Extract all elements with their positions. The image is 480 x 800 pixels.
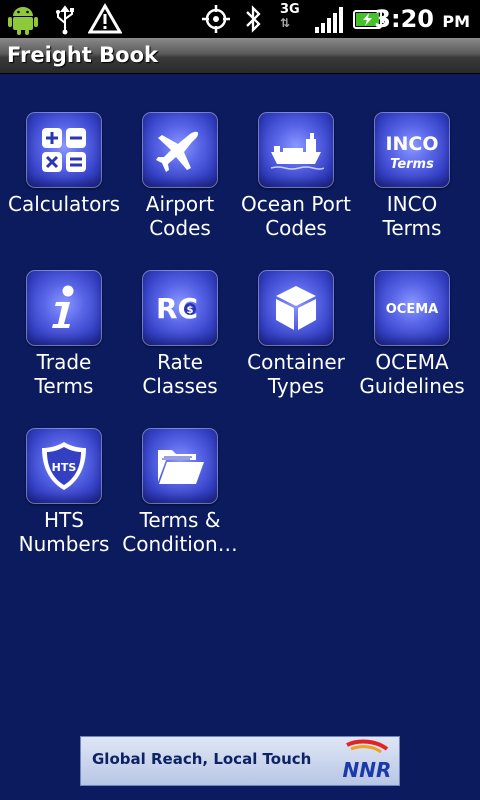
3g-icon: 3G ⇅ — [280, 2, 300, 30]
tile-label: Trade Terms — [34, 350, 94, 398]
tile-label: HTS Numbers — [18, 508, 110, 556]
app-title: Freight Book — [7, 43, 158, 67]
inco-terms-icon: INCO Terms — [374, 112, 450, 188]
airplane-icon — [142, 112, 218, 188]
ship-icon — [258, 112, 334, 188]
icon-text: HTS — [52, 461, 77, 474]
svg-text:NNR: NNR — [343, 758, 392, 782]
title-bar: Freight Book — [0, 38, 480, 74]
box-icon — [258, 270, 334, 346]
warning-icon — [88, 3, 122, 34]
usb-icon — [56, 5, 74, 35]
tile-label: Terms & Condition… — [122, 508, 238, 556]
tile-label: Rate Classes — [142, 350, 218, 398]
folder-icon — [142, 428, 218, 504]
nnr-logo-icon: NNR — [343, 739, 392, 782]
icon-text: Terms — [390, 157, 434, 172]
tile-label: INCO Terms — [382, 192, 442, 240]
icon-text: $ — [187, 305, 194, 316]
status-bar: 3G ⇅ 3:20 PM — [0, 0, 480, 38]
rate-class-icon: RC $ — [142, 270, 218, 346]
tile-label: Airport Codes — [145, 192, 215, 240]
info-icon — [26, 270, 102, 346]
tile-label: Container Types — [247, 350, 345, 398]
hts-shield-icon: HTS — [26, 428, 102, 504]
gps-icon — [202, 5, 230, 33]
calculator-icon — [26, 112, 102, 188]
tile-label: Calculators — [8, 192, 120, 216]
signal-icon — [315, 7, 343, 33]
tile-label: Ocean Port Codes — [241, 192, 351, 240]
bluetooth-icon — [246, 5, 261, 33]
android-icon — [8, 7, 38, 35]
ad-slogan: Global Reach, Local Touch — [92, 750, 312, 768]
ocema-icon: OCEMA — [374, 270, 450, 346]
icon-text: OCEMA — [386, 302, 438, 317]
icon-text: INCO — [385, 133, 438, 155]
ad-banner[interactable]: Global Reach, Local Touch NNR — [80, 736, 400, 786]
clock: 3:20 PM — [374, 5, 470, 33]
tile-label: OCEMA Guidelines — [359, 350, 465, 398]
